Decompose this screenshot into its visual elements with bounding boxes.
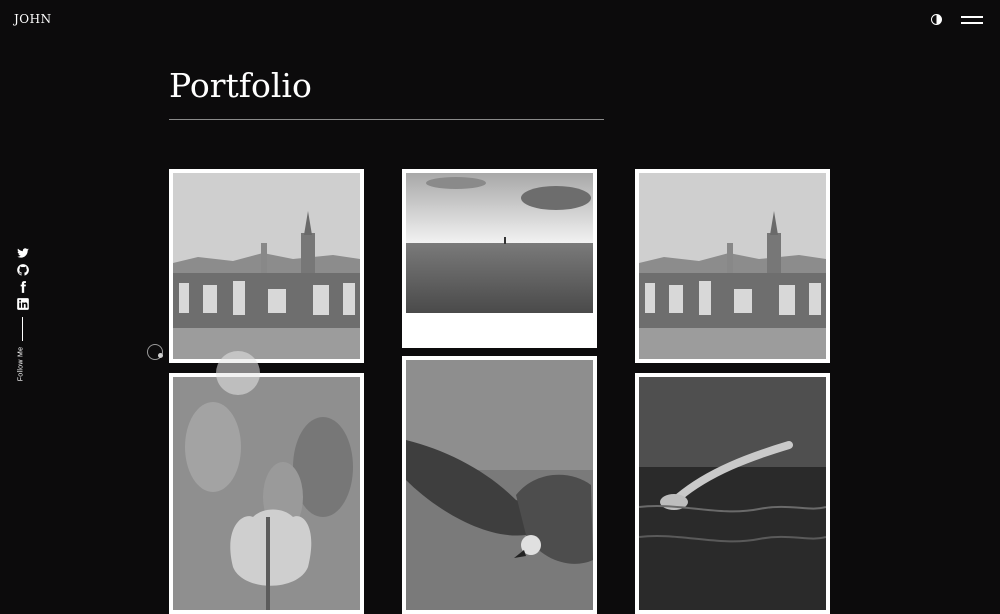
brand-logo[interactable]: JOHN: [14, 12, 52, 26]
hamburger-menu-icon[interactable]: [961, 14, 983, 26]
sea-image: [406, 173, 593, 313]
photo-city-2[interactable]: [635, 169, 830, 363]
photo-city-1[interactable]: [169, 169, 364, 363]
cursor-dot: [158, 353, 163, 358]
follow-label: Follow Me: [17, 346, 25, 382]
divider-line: [22, 317, 23, 341]
photo-sea[interactable]: [402, 169, 597, 348]
hover-cursor-blob: [216, 351, 260, 395]
github-icon[interactable]: [16, 263, 30, 277]
facebook-icon[interactable]: [16, 280, 30, 294]
title-underline: [169, 119, 604, 120]
social-links: [16, 246, 30, 341]
page-title: Portfolio: [169, 66, 312, 105]
linkedin-icon[interactable]: [16, 297, 30, 311]
photo-tulips[interactable]: [169, 373, 364, 614]
city-image: [639, 173, 826, 359]
city-image: [173, 173, 360, 359]
swimmer-image: [639, 377, 826, 610]
theme-toggle-icon[interactable]: [931, 14, 942, 25]
photo-swimmer[interactable]: [635, 373, 830, 614]
twitter-icon[interactable]: [16, 246, 30, 260]
photo-eagle[interactable]: [402, 356, 597, 614]
eagle-image: [406, 360, 593, 610]
tulip-image: [173, 377, 360, 610]
